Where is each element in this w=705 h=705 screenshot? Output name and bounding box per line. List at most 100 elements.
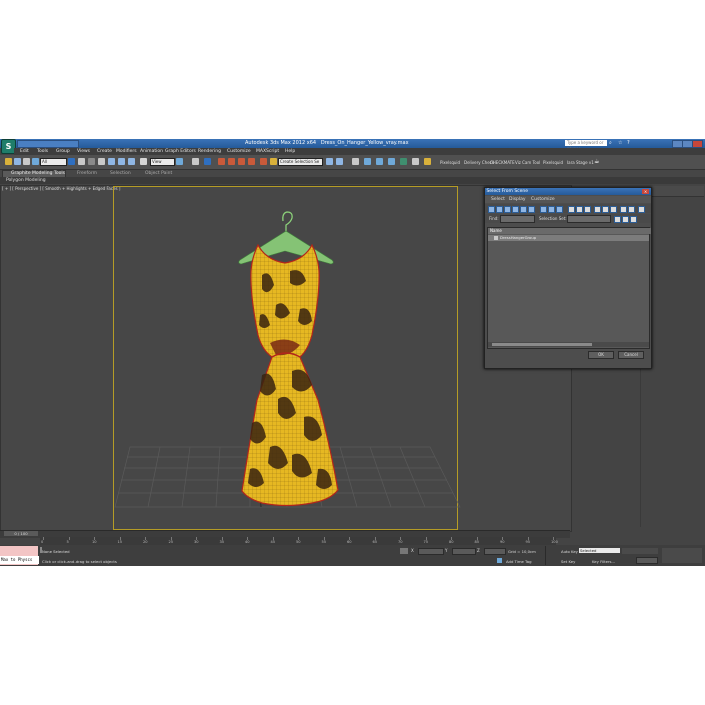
plugin-pixelsquid-2[interactable]: Pixelsquid bbox=[543, 160, 563, 165]
dialog-title-bar[interactable]: Select From Scene bbox=[485, 188, 651, 195]
plugin-iara-stage[interactable]: Iara Stage v1 bbox=[567, 160, 594, 165]
time-slider-thumb[interactable]: 0 / 100 bbox=[4, 531, 38, 536]
percent-snap-icon[interactable] bbox=[238, 158, 245, 165]
cancel-button[interactable]: Cancel bbox=[618, 351, 644, 359]
dialog-menu-select[interactable]: Select bbox=[491, 197, 505, 202]
material-editor-icon[interactable] bbox=[400, 158, 407, 165]
redo-icon[interactable] bbox=[14, 158, 21, 165]
menu-animation[interactable]: Animation bbox=[140, 149, 163, 154]
scene-object-list[interactable]: Name DressHangerGroup bbox=[487, 227, 651, 349]
menu-group[interactable]: Group bbox=[56, 149, 70, 154]
tab-freeform[interactable]: Freeform bbox=[77, 171, 97, 176]
scale-icon[interactable] bbox=[128, 158, 135, 165]
display-all-icon[interactable] bbox=[568, 206, 575, 213]
keyboard-shortcut-icon[interactable] bbox=[204, 158, 211, 165]
display-shapes-icon[interactable] bbox=[496, 206, 503, 213]
rotate-icon[interactable] bbox=[118, 158, 125, 165]
close-button[interactable] bbox=[692, 140, 703, 148]
current-frame-field[interactable] bbox=[636, 557, 658, 564]
select-children-icon[interactable] bbox=[628, 206, 635, 213]
display-none-icon[interactable] bbox=[576, 206, 583, 213]
search-icon[interactable]: ⌕ bbox=[609, 140, 615, 146]
graphite-toggle-icon[interactable] bbox=[364, 158, 371, 165]
auto-key-button[interactable]: Auto Key bbox=[561, 549, 578, 554]
tab-object-paint[interactable]: Object Paint bbox=[145, 171, 172, 176]
display-lights-icon[interactable] bbox=[504, 206, 511, 213]
menu-rendering[interactable]: Rendering bbox=[198, 149, 221, 154]
find-input[interactable] bbox=[500, 215, 535, 223]
maxscript-listener-input[interactable]: Max to Physcs bbox=[0, 556, 39, 564]
align-icon[interactable] bbox=[336, 158, 343, 165]
region-select-icon[interactable] bbox=[88, 158, 95, 165]
mirror-icon[interactable] bbox=[326, 158, 333, 165]
display-geometry-icon[interactable] bbox=[488, 206, 495, 213]
pivot-icon[interactable] bbox=[176, 158, 183, 165]
window-crossing-icon[interactable] bbox=[98, 158, 105, 165]
menu-help[interactable]: Help bbox=[285, 149, 295, 154]
menu-maxscript[interactable]: MAXScript bbox=[256, 149, 279, 154]
dialog-menu-customize[interactable]: Customize bbox=[531, 197, 555, 202]
scrollbar-thumb[interactable] bbox=[492, 343, 592, 346]
display-spacewarps-icon[interactable] bbox=[528, 206, 535, 213]
render-setup-icon[interactable] bbox=[412, 158, 419, 165]
key-filters-button[interactable]: Key Filters... bbox=[592, 559, 615, 564]
x-coord-field[interactable] bbox=[418, 548, 444, 555]
ok-button[interactable]: OK bbox=[588, 351, 614, 359]
menu-views[interactable]: Views bbox=[77, 149, 90, 154]
list-header-name[interactable]: Name bbox=[488, 228, 651, 234]
selection-set-edit-icon[interactable] bbox=[622, 216, 629, 223]
tab-selection[interactable]: Selection bbox=[110, 171, 131, 176]
layer-manager-icon[interactable] bbox=[352, 158, 359, 165]
display-xrefs-icon[interactable] bbox=[548, 206, 555, 213]
menu-customize[interactable]: Customize bbox=[227, 149, 251, 154]
spinner-snap-icon[interactable] bbox=[248, 158, 255, 165]
dialog-menu-display[interactable]: Display bbox=[509, 197, 526, 202]
menu-create[interactable]: Create bbox=[97, 149, 112, 154]
display-helpers-icon[interactable] bbox=[520, 206, 527, 213]
add-time-tag[interactable]: Add Time Tag bbox=[506, 559, 531, 564]
teapot-icon[interactable]: ☕ bbox=[594, 158, 602, 165]
reference-coord-dropdown[interactable]: View bbox=[150, 158, 175, 166]
track-bar[interactable]: 0 5 10 15 20 25 30 35 40 45 50 55 60 65 70 75 80 85 90 95 10… bbox=[40, 537, 558, 545]
reference-coord-icon[interactable] bbox=[140, 158, 147, 165]
selection-set-remove-icon[interactable] bbox=[630, 216, 637, 223]
set-key-button[interactable]: Set Key bbox=[561, 559, 575, 564]
select-none-icon[interactable] bbox=[602, 206, 609, 213]
quick-access-toolbar[interactable] bbox=[17, 140, 79, 148]
list-item[interactable]: DressHangerGroup bbox=[488, 235, 649, 241]
help-icon[interactable]: ? bbox=[627, 140, 633, 146]
display-groups-icon[interactable] bbox=[540, 206, 547, 213]
selection-filter-dropdown[interactable]: All bbox=[40, 158, 67, 166]
display-cameras-icon[interactable] bbox=[512, 206, 519, 213]
lock-selection-icon[interactable] bbox=[400, 548, 408, 554]
select-all-icon[interactable] bbox=[594, 206, 601, 213]
plugin-viz-cam-tool[interactable]: Viz Cam Tool bbox=[515, 160, 540, 165]
display-bones-icon[interactable] bbox=[556, 206, 563, 213]
plugin-pixelsquid[interactable]: Pixelsquid bbox=[440, 160, 460, 165]
edit-named-sets-icon[interactable] bbox=[260, 158, 267, 165]
horizontal-scrollbar[interactable] bbox=[488, 342, 649, 347]
menu-modifiers[interactable]: Modifiers bbox=[116, 149, 137, 154]
render-frame-icon[interactable] bbox=[424, 158, 431, 165]
menu-graph-editors[interactable]: Graph Editors bbox=[165, 149, 196, 154]
select-object-icon[interactable] bbox=[68, 158, 75, 165]
plugin-checkmate[interactable]: CHECKMATE bbox=[490, 160, 515, 165]
select-manipulate-icon[interactable] bbox=[192, 158, 199, 165]
dialog-close-button[interactable]: × bbox=[642, 189, 649, 194]
menu-tools[interactable]: Tools bbox=[37, 149, 48, 154]
move-icon[interactable] bbox=[108, 158, 115, 165]
ribbon-polygon-modeling[interactable]: Polygon Modeling bbox=[6, 178, 46, 183]
select-by-name-icon[interactable] bbox=[78, 158, 85, 165]
playback-controls[interactable] bbox=[622, 548, 658, 554]
key-mode-dropdown[interactable]: Selected bbox=[579, 548, 620, 553]
select-invert-icon[interactable] bbox=[610, 206, 617, 213]
y-coord-field[interactable] bbox=[452, 548, 476, 555]
curve-editor-icon[interactable] bbox=[376, 158, 383, 165]
selection-set-dropdown[interactable] bbox=[567, 215, 611, 223]
named-selection-icon[interactable] bbox=[270, 158, 277, 165]
unlink-icon[interactable] bbox=[32, 158, 39, 165]
filter-icon[interactable] bbox=[638, 206, 645, 213]
undo-icon[interactable] bbox=[5, 158, 12, 165]
display-invert-icon[interactable] bbox=[584, 206, 591, 213]
tab-graphite-modeling-tools[interactable]: Graphite Modeling Tools bbox=[11, 171, 65, 176]
